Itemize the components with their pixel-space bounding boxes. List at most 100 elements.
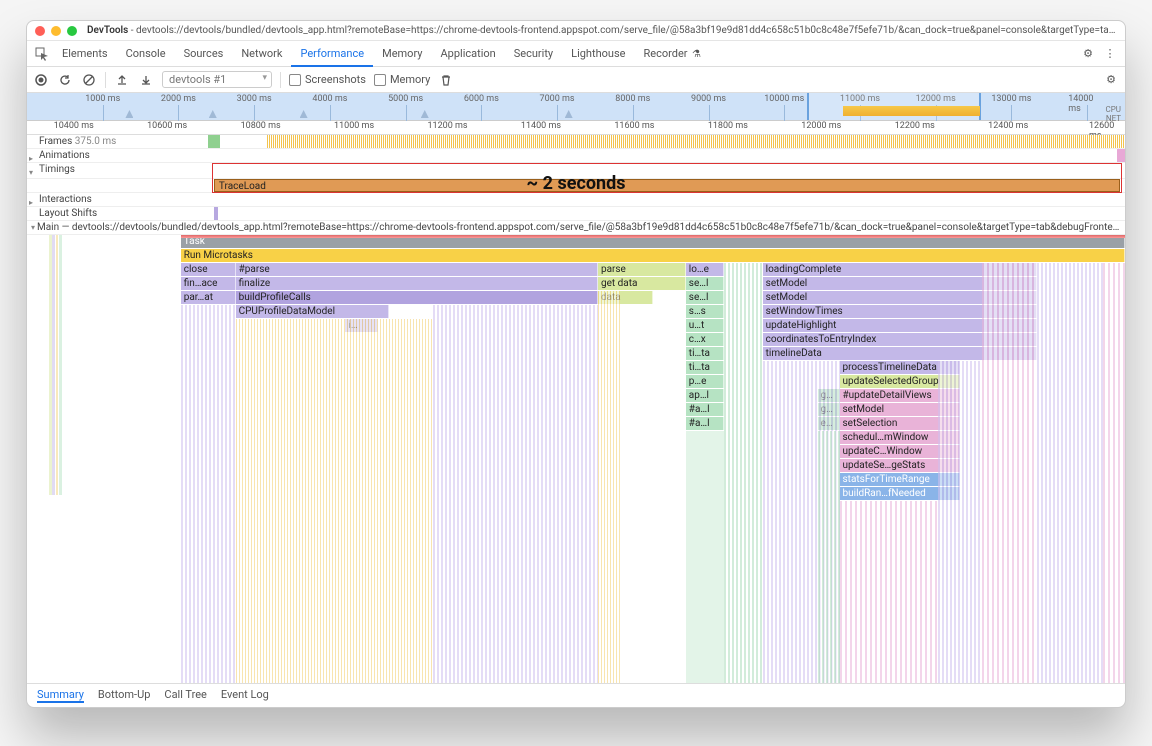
flame-tail bbox=[1103, 263, 1125, 683]
beaker-icon: ⚗ bbox=[690, 49, 701, 60]
flame-bar[interactable]: #a…l bbox=[686, 417, 724, 430]
flame-bar[interactable]: c…x bbox=[686, 333, 724, 346]
perf-toolbar: devtools #1 Screenshots Memory ⚙ bbox=[27, 67, 1125, 93]
flame-bar[interactable]: get data bbox=[598, 277, 686, 290]
tab-call-tree[interactable]: Call Tree bbox=[164, 688, 206, 703]
cpu-label: CPU bbox=[1106, 105, 1121, 114]
tab-lighthouse[interactable]: Lighthouse bbox=[562, 41, 634, 67]
window-title: DevTools - devtools://devtools/bundled/d… bbox=[87, 25, 1117, 36]
devtools-window: DevTools - devtools://devtools/bundled/d… bbox=[26, 20, 1126, 708]
recording-selector[interactable]: devtools #1 bbox=[162, 71, 272, 88]
flame-bar[interactable]: buildProfileCalls bbox=[236, 291, 598, 304]
tab-network[interactable]: Network bbox=[232, 41, 291, 67]
tab-application[interactable]: Application bbox=[431, 41, 504, 67]
tab-memory[interactable]: Memory bbox=[373, 41, 431, 67]
flame-bar[interactable]: CPUProfileDataModel bbox=[236, 305, 390, 318]
zoom-window-button[interactable] bbox=[67, 26, 77, 36]
tab-elements[interactable]: Elements bbox=[53, 41, 117, 67]
ruler-tick: 11000 ms bbox=[334, 121, 374, 131]
overview-tick: 13000 ms bbox=[991, 94, 1031, 104]
overview-tick: 5000 ms bbox=[388, 94, 423, 104]
ruler-tick: 12200 ms bbox=[895, 121, 935, 131]
flame-bar[interactable]: ti…ta bbox=[686, 361, 724, 374]
flame-tail bbox=[1037, 263, 1103, 683]
overview-tick: 3000 ms bbox=[237, 94, 272, 104]
flame-tail bbox=[433, 305, 598, 683]
overview-tick: 9000 ms bbox=[691, 94, 726, 104]
close-window-button[interactable] bbox=[35, 26, 45, 36]
flame-bar[interactable]: #a…l bbox=[686, 403, 724, 416]
ruler-tick: 11200 ms bbox=[427, 121, 467, 131]
flame-bar[interactable]: lo…e bbox=[686, 263, 724, 276]
tab-event-log[interactable]: Event Log bbox=[221, 688, 269, 703]
flame-tail bbox=[818, 431, 840, 683]
tab-performance[interactable]: Performance bbox=[291, 41, 373, 67]
animations-track[interactable]: ▸Animations bbox=[27, 149, 1125, 163]
panel-tabs: Elements Console Sources Network Perform… bbox=[27, 41, 1125, 67]
flame-bar[interactable]: u…t bbox=[686, 319, 724, 332]
annotation-text: ~ 2 seconds bbox=[527, 173, 626, 194]
flame-tail bbox=[724, 263, 762, 683]
tab-bottom-up[interactable]: Bottom-Up bbox=[98, 688, 151, 703]
details-tabs: Summary Bottom-Up Call Tree Event Log bbox=[27, 683, 1125, 707]
flame-bar[interactable]: ap…l bbox=[686, 389, 724, 402]
ruler-tick: 12400 ms bbox=[988, 121, 1028, 131]
flame-tail bbox=[982, 263, 1037, 683]
reload-icon[interactable] bbox=[57, 72, 73, 88]
trash-icon[interactable] bbox=[438, 72, 454, 88]
traceload-bar[interactable]: TraceLoad bbox=[214, 179, 1120, 192]
flame-bar[interactable]: ti…ta bbox=[686, 347, 724, 360]
ruler-tick: 11400 ms bbox=[521, 121, 561, 131]
overview-tick: 10000 ms bbox=[764, 94, 804, 104]
settings-icon[interactable]: ⚙ bbox=[1077, 43, 1099, 65]
tab-console[interactable]: Console bbox=[117, 41, 175, 67]
titlebar: DevTools - devtools://devtools/bundled/d… bbox=[27, 21, 1125, 41]
tab-recorder[interactable]: Recorder ⚗ bbox=[634, 41, 710, 67]
screenshots-checkbox[interactable]: Screenshots bbox=[289, 73, 366, 86]
overview-tick: 6000 ms bbox=[464, 94, 499, 104]
clear-icon[interactable] bbox=[81, 72, 97, 88]
flame-tail bbox=[938, 361, 982, 683]
flame-bar[interactable]: #parse bbox=[236, 263, 598, 276]
tab-sources[interactable]: Sources bbox=[175, 41, 233, 67]
ruler-tick: 10600 ms bbox=[147, 121, 187, 131]
inspect-element-icon[interactable] bbox=[31, 43, 53, 65]
flame-bar[interactable]: parse bbox=[598, 263, 686, 276]
flame-tail bbox=[840, 501, 939, 683]
layout-shifts-track[interactable]: Layout Shifts bbox=[27, 207, 1125, 221]
ruler-tick: 11800 ms bbox=[708, 121, 748, 131]
interactions-track[interactable]: ▸Interactions bbox=[27, 193, 1125, 207]
overview-tick: 2000 ms bbox=[161, 94, 196, 104]
ruler-tick: 12000 ms bbox=[801, 121, 841, 131]
flame-bar[interactable]: se…l bbox=[686, 277, 724, 290]
flame-bar[interactable]: Run Microtasks bbox=[181, 249, 1125, 262]
flame-bar[interactable]: finalize bbox=[236, 277, 598, 290]
tab-summary[interactable]: Summary bbox=[37, 688, 84, 703]
main-thread-header[interactable]: ▾Main — devtools://devtools/bundled/devt… bbox=[27, 221, 1125, 235]
flame-tail bbox=[236, 319, 434, 683]
ruler-tick: 10800 ms bbox=[241, 121, 281, 131]
flame-bar[interactable]: p…e bbox=[686, 375, 724, 388]
flame-tail bbox=[686, 431, 724, 683]
flame-bar[interactable]: fin…ace bbox=[181, 277, 236, 290]
download-icon[interactable] bbox=[138, 72, 154, 88]
record-icon[interactable] bbox=[33, 72, 49, 88]
overview-tick: 4000 ms bbox=[312, 94, 347, 104]
overview-timeline[interactable]: CPU NET 1000 ms2000 ms3000 ms4000 ms5000… bbox=[27, 93, 1125, 121]
overview-tick: 8000 ms bbox=[615, 94, 650, 104]
tab-security[interactable]: Security bbox=[505, 41, 562, 67]
flame-bar[interactable]: par…at bbox=[181, 291, 236, 304]
upload-icon[interactable] bbox=[114, 72, 130, 88]
flame-bar[interactable]: close bbox=[181, 263, 236, 276]
minimize-window-button[interactable] bbox=[51, 26, 61, 36]
more-icon[interactable]: ⋮ bbox=[1099, 43, 1121, 65]
flame-chart[interactable]: TaskRun Microtasksclose#parseparselo…elo… bbox=[27, 235, 1125, 683]
flame-tail bbox=[598, 291, 620, 683]
memory-checkbox[interactable]: Memory bbox=[374, 73, 430, 86]
detail-ruler[interactable]: 10400 ms10600 ms10800 ms11000 ms11200 ms… bbox=[27, 121, 1125, 135]
overview-tick: 7000 ms bbox=[540, 94, 575, 104]
flame-bar[interactable]: s…s bbox=[686, 305, 724, 318]
frames-track[interactable]: Frames 375.0 ms bbox=[27, 135, 1125, 149]
capture-settings-icon[interactable]: ⚙ bbox=[1103, 72, 1119, 88]
flame-bar[interactable]: se…l bbox=[686, 291, 724, 304]
